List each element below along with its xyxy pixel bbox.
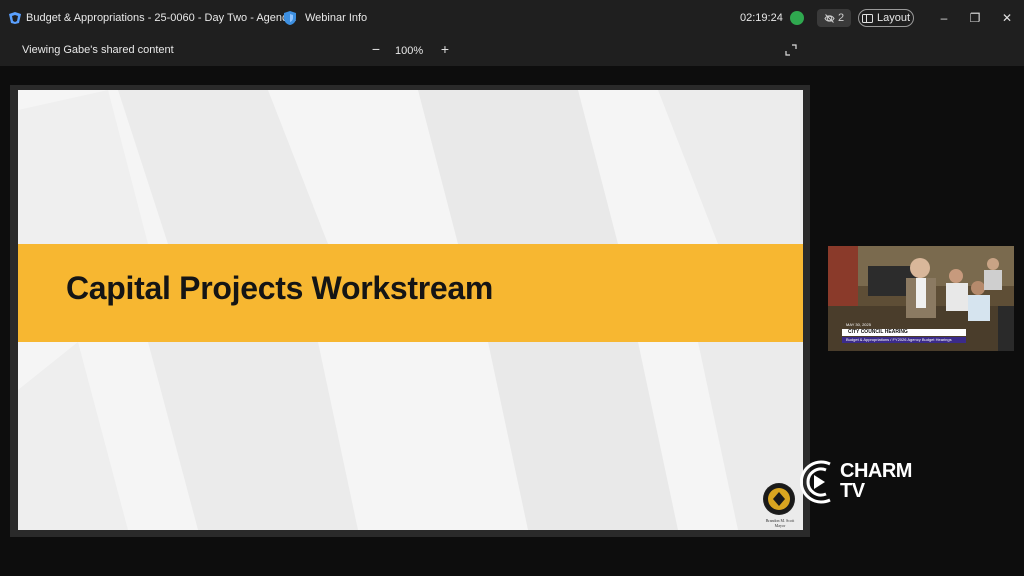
layout-button[interactable]: Layout [858, 9, 914, 27]
presentation-slide: Capital Projects Workstream Brandon M. S… [18, 90, 803, 530]
webinar-info-button[interactable]: Webinar Info [305, 12, 367, 24]
meeting-timer: 02:19:24 [740, 12, 783, 24]
layout-label: Layout [876, 12, 911, 24]
video-feed-thumbnail[interactable]: MAY 30, 2025 CITY COUNCIL HEARING Budget… [828, 246, 1014, 351]
window-title: Budget & Appropriations - 25-0060 - Day … [26, 12, 297, 24]
restore-button[interactable]: ❐ [966, 9, 984, 27]
title-banner: Capital Projects Workstream [18, 244, 803, 342]
connection-signal-icon[interactable] [790, 11, 804, 25]
charm-tv-line1: CHARM [840, 460, 912, 482]
title-bar: Budget & Appropriations - 25-0060 - Day … [0, 0, 1024, 36]
fullscreen-icon[interactable] [785, 44, 797, 56]
city-seal-icon [763, 483, 795, 515]
participants-count: 2 [837, 12, 845, 24]
share-toolbar: Viewing Gabe's shared content − 100% + [0, 36, 1024, 66]
charm-tv-line2: TV [840, 480, 865, 502]
minimize-button[interactable]: – [935, 9, 953, 27]
seal-caption: Brandon M. Scott Mayor [758, 518, 802, 528]
shield-icon[interactable] [283, 10, 297, 26]
viewing-shared-content-label: Viewing Gabe's shared content [22, 44, 174, 56]
participants-button[interactable]: 2 [817, 9, 851, 27]
hearing-subtitle: Budget & Appropriations / FY2026 Agency … [842, 337, 966, 343]
charm-tv-logo-icon [800, 460, 831, 504]
charm-tv-watermark: CHARM TV [840, 461, 912, 501]
slide-title: Capital Projects Workstream [66, 270, 494, 306]
mayor-title: Mayor [774, 523, 786, 528]
close-button[interactable]: ✕ [998, 9, 1016, 27]
layout-icon [861, 13, 873, 23]
eye-off-icon [824, 13, 835, 23]
hearing-title: CITY COUNCIL HEARING [842, 329, 966, 336]
zoom-in-button[interactable]: + [438, 41, 452, 57]
hearing-date: MAY 30, 2025 [846, 322, 871, 327]
zoom-level: 100% [395, 45, 424, 57]
app-logo-icon [9, 12, 21, 24]
zoom-out-button[interactable]: − [369, 41, 383, 57]
